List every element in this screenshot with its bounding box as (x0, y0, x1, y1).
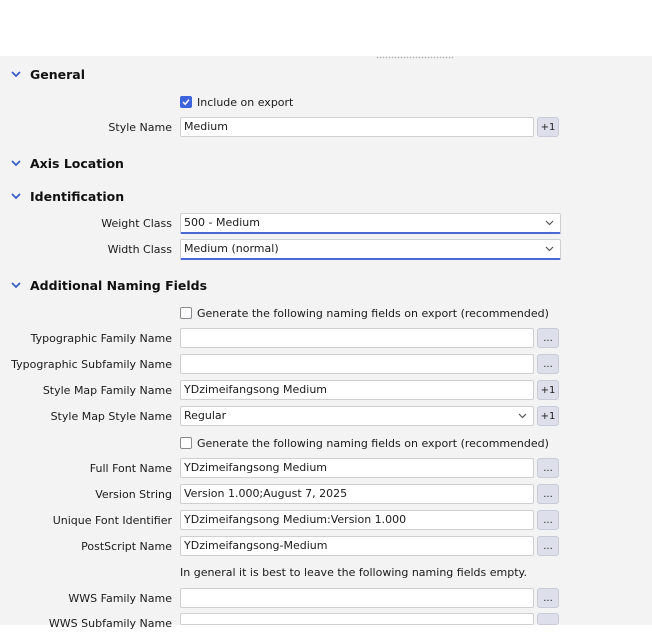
postscript-name-input[interactable]: YDzimeifangsong-Medium (180, 536, 534, 556)
width-class-select[interactable]: Medium (normal) (180, 239, 561, 260)
style-map-style-label: Style Map Style Name (50, 410, 172, 423)
typo-subfamily-more-button[interactable]: ... (537, 354, 559, 374)
version-string-input[interactable]: Version 1.000;August 7, 2025 (180, 484, 534, 504)
chevron-down-icon (11, 71, 21, 78)
wws-family-input[interactable] (180, 588, 534, 608)
checkbox-unchecked-icon (180, 307, 192, 319)
typo-subfamily-input[interactable] (180, 354, 534, 374)
checkbox-checked-icon (180, 96, 192, 108)
style-map-family-plus-one-button[interactable]: +1 (537, 380, 559, 400)
preview-area (0, 0, 652, 56)
weight-class-value: 500 - Medium (184, 216, 260, 229)
width-class-value: Medium (normal) (184, 242, 279, 255)
postscript-name-more-button[interactable]: ... (537, 536, 559, 556)
style-map-family-input[interactable]: YDzimeifangsong Medium (180, 380, 534, 400)
chevron-down-icon (11, 282, 21, 289)
section-additional-naming[interactable]: Additional Naming Fields (10, 276, 207, 294)
wws-subfamily-label: WWS Subfamily Name (48, 617, 172, 630)
section-title: Identification (30, 188, 125, 204)
chevron-down-icon (518, 413, 527, 419)
weight-class-select[interactable]: 500 - Medium (180, 213, 561, 234)
checkbox-label: Include on export (197, 95, 294, 109)
full-font-name-more-button[interactable]: ... (537, 458, 559, 478)
style-map-style-value: Regular (184, 409, 227, 422)
section-axis-location[interactable]: Axis Location (10, 154, 124, 172)
section-title: Additional Naming Fields (30, 277, 208, 293)
unique-id-more-button[interactable]: ... (537, 510, 559, 530)
postscript-name-label: PostScript Name (81, 540, 172, 553)
full-font-name-label: Full Font Name (89, 462, 172, 475)
chevron-down-icon (545, 246, 554, 252)
checkbox-label: Generate the following naming fields on … (197, 306, 549, 320)
typo-family-more-button[interactable]: ... (537, 328, 559, 348)
typo-subfamily-label: Typographic Subfamily Name (11, 358, 172, 371)
full-font-name-input[interactable]: YDzimeifangsong Medium (180, 458, 534, 478)
version-string-more-button[interactable]: ... (537, 484, 559, 504)
wws-family-more-button[interactable]: ... (537, 588, 559, 608)
empty-fields-note: In general it is best to leave the follo… (180, 566, 527, 579)
checkbox-label: Generate the following naming fields on … (197, 436, 549, 450)
style-name-input[interactable]: Medium (180, 117, 534, 137)
checkbox-unchecked-icon (180, 437, 192, 449)
typo-family-label: Typographic Family Name (30, 332, 172, 345)
style-map-style-plus-one-button[interactable]: +1 (537, 406, 559, 426)
style-map-style-select[interactable]: Regular (180, 406, 534, 426)
wws-subfamily-input[interactable] (180, 613, 534, 625)
section-general[interactable]: General (10, 65, 85, 83)
version-string-label: Version String (95, 488, 172, 501)
include-on-export-checkbox[interactable]: Include on export (180, 94, 293, 110)
typo-family-input[interactable] (180, 328, 534, 348)
section-title: Axis Location (30, 155, 124, 171)
unique-id-input[interactable]: YDzimeifangsong Medium:Version 1.000 (180, 510, 534, 530)
section-identification[interactable]: Identification (10, 187, 124, 205)
generate-naming-checkbox[interactable]: Generate the following naming fields on … (180, 305, 549, 321)
chevron-down-icon (545, 220, 554, 226)
generate-naming-checkbox-2[interactable]: Generate the following naming fields on … (180, 435, 549, 451)
unique-id-label: Unique Font Identifier (52, 514, 172, 527)
wws-family-label: WWS Family Name (68, 592, 172, 605)
chevron-down-icon (11, 193, 21, 200)
style-map-family-label: Style Map Family Name (42, 384, 172, 397)
splitter-handle[interactable] (376, 56, 454, 59)
wws-subfamily-more-button[interactable] (537, 613, 559, 625)
style-name-plus-one-button[interactable]: +1 (537, 117, 559, 137)
weight-class-label: Weight Class (101, 217, 172, 230)
chevron-down-icon (11, 160, 21, 167)
style-name-label: Style Name (108, 121, 172, 134)
width-class-label: Width Class (107, 243, 172, 256)
section-title: General (30, 66, 85, 82)
